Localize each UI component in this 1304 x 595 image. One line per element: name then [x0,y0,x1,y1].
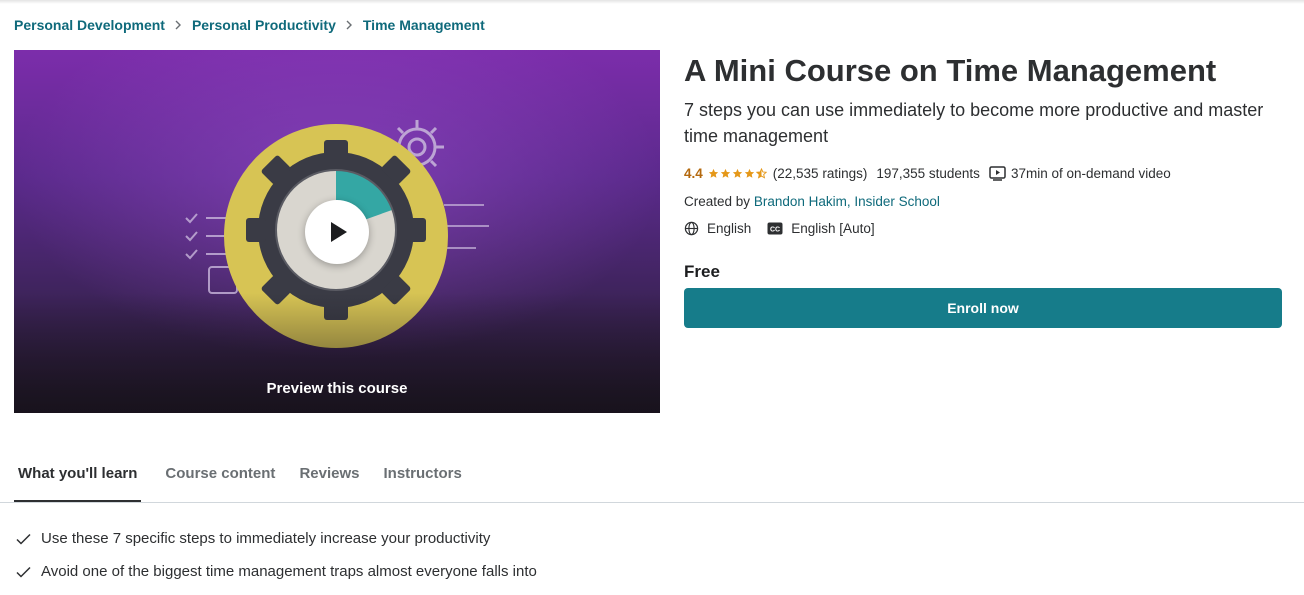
course-preview[interactable]: Preview this course [14,50,660,413]
star-icon [720,168,730,178]
breadcrumb-personal-productivity[interactable]: Personal Productivity [192,17,336,33]
course-tabs: What you'll learn Course content Reviews… [14,458,486,502]
course-language: English [707,221,752,236]
course-languages: English CC English [Auto] [684,221,875,236]
breadcrumb-time-management[interactable]: Time Management [363,17,485,33]
tabs-divider [0,502,1304,503]
list-item: Use these 7 specific steps to immediatel… [16,522,537,555]
video-length: 37min of on-demand video [1010,166,1171,181]
learn-item-text: Avoid one of the biggest time management… [41,563,537,580]
course-title: A Mini Course on Time Management [684,53,1217,88]
tab-what-youll-learn[interactable]: What you'll learn [14,458,142,502]
check-icon [16,533,31,545]
preview-course-label[interactable]: Preview this course [14,380,660,397]
top-shadow [0,0,1304,4]
tab-course-content[interactable]: Course content [165,458,275,502]
globe-icon [684,221,699,236]
tab-instructors[interactable]: Instructors [383,458,461,502]
ratings-count[interactable]: (22,535 ratings) [773,166,868,181]
course-meta: 4.4 (22,535 ratings) 197,355 students 37… [684,166,1171,181]
star-icon [744,168,754,178]
closed-captions-icon: CC [767,222,783,235]
chevron-right-icon [345,17,353,33]
star-icon [732,168,742,178]
chevron-right-icon [174,17,182,33]
created-by-label: Created by [684,194,751,209]
breadcrumb-personal-development[interactable]: Personal Development [14,17,165,33]
check-icon [16,566,31,578]
rating-value: 4.4 [684,166,703,181]
learn-list: Use these 7 specific steps to immediatel… [16,522,537,588]
students-count: 197,355 students [876,166,980,181]
instructor-links[interactable]: Brandon Hakim, Insider School [754,194,940,209]
learn-item-text: Use these 7 specific steps to immediatel… [41,530,491,547]
star-half-icon [755,168,767,179]
created-by: Created by Brandon Hakim, Insider School [684,194,940,209]
enroll-now-button[interactable]: Enroll now [684,288,1282,328]
list-item: Avoid one of the biggest time management… [16,555,537,588]
play-button[interactable] [305,200,369,264]
course-subtitle: 7 steps you can use immediately to becom… [684,100,1264,146]
svg-text:CC: CC [770,226,780,233]
play-icon [331,222,347,242]
tab-reviews[interactable]: Reviews [299,458,359,502]
breadcrumb: Personal Development Personal Productivi… [14,17,485,33]
rating-stars [708,168,768,179]
course-price: Free [684,262,720,281]
video-icon [989,166,1006,181]
star-icon [708,168,718,178]
caption-language: English [Auto] [791,221,875,236]
